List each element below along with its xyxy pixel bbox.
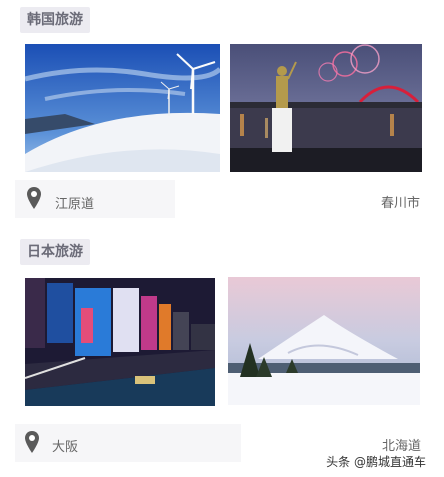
osaka-dotonbori-image (25, 278, 215, 406)
location-label-osaka: 大阪 (52, 440, 79, 455)
watermark-text: 头条 @鹏城直通车 (326, 455, 426, 469)
caption-bar-japan-left (15, 424, 241, 462)
image-card-osaka[interactable] (25, 278, 215, 406)
night-statue-fireworks-image (230, 44, 422, 172)
image-card-hokkaido[interactable] (228, 277, 420, 405)
section-title-korea: 韩国旅游 (20, 7, 90, 33)
location-pin-icon (25, 431, 39, 453)
image-card-gangwon[interactable] (25, 44, 220, 172)
location-label-chuncheon: 春川市 (381, 196, 421, 211)
location-label-hokkaido: 北海道 (382, 439, 422, 454)
image-card-chuncheon[interactable] (230, 44, 422, 172)
snowy-hill-wind-turbines-image (25, 44, 220, 172)
snowy-mount-yotei-image (228, 277, 420, 405)
section-title-japan: 日本旅游 (20, 239, 90, 265)
location-pin-icon (27, 187, 41, 209)
location-label-gangwon: 江原道 (55, 197, 95, 212)
